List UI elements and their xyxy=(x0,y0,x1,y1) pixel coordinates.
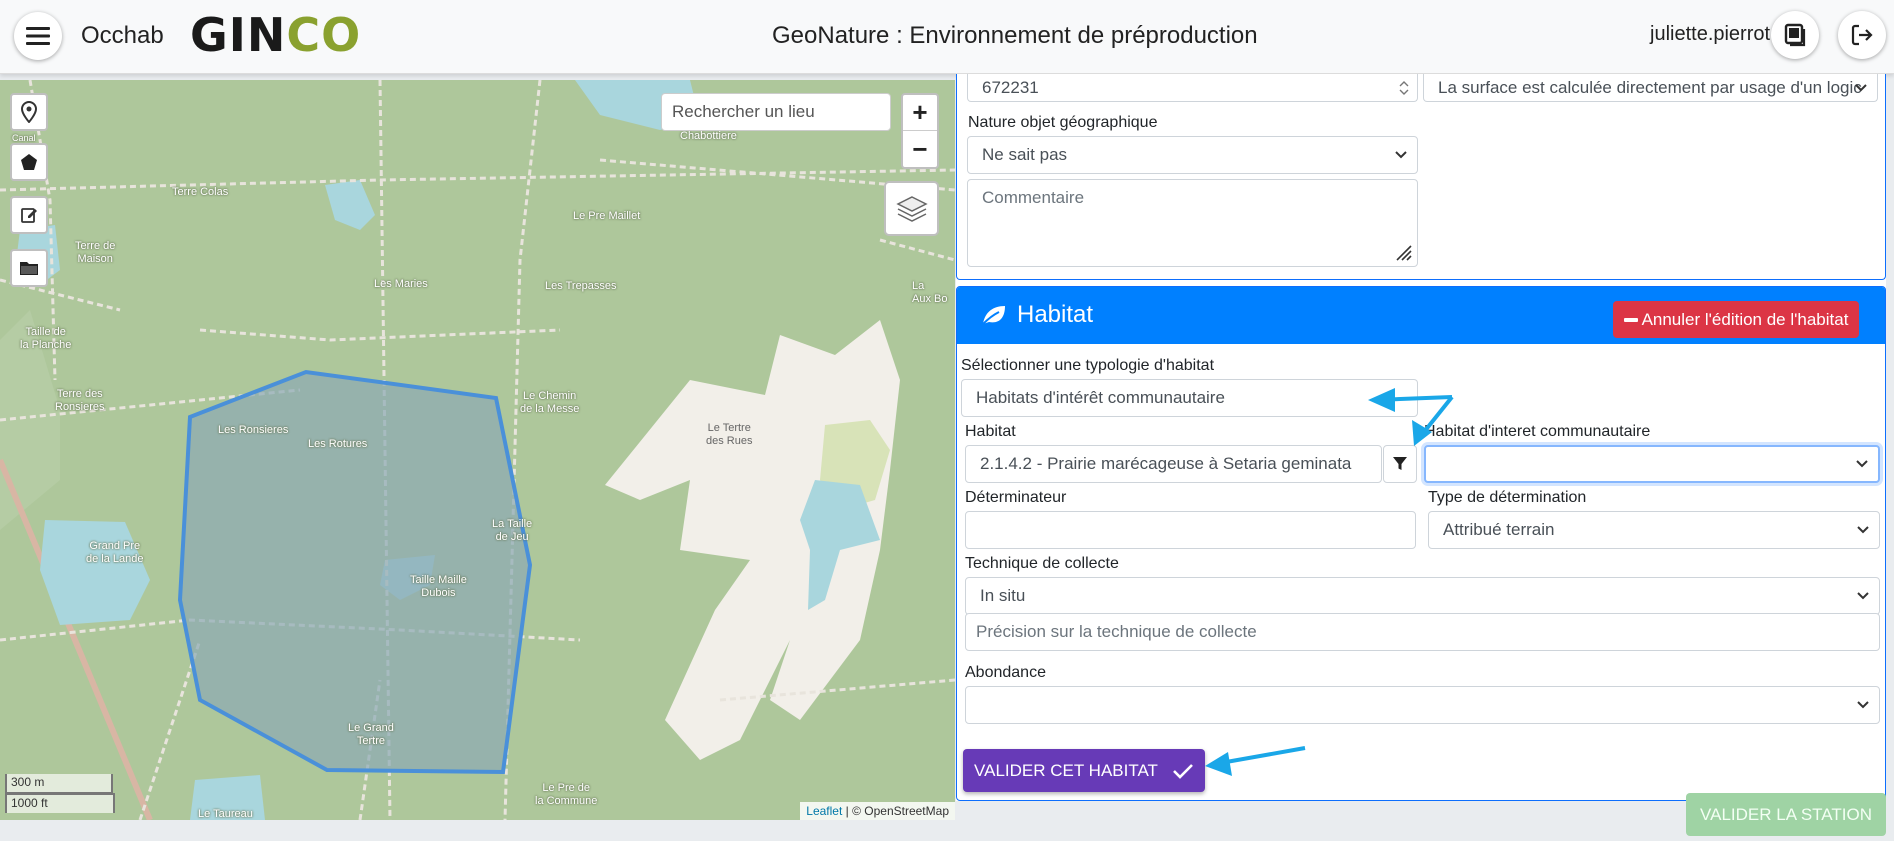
zoom-out-button[interactable]: − xyxy=(903,131,937,167)
map-label: Taille de la Planche xyxy=(20,326,72,351)
technique-select[interactable]: In situ xyxy=(965,577,1880,615)
nature-select[interactable]: Ne sait pas xyxy=(967,136,1418,174)
ginco-logo: GINCO xyxy=(190,8,362,62)
leaflet-link[interactable]: Leaflet xyxy=(806,804,842,818)
station-card: 672231 La surface est calculée directeme… xyxy=(956,74,1886,280)
zoom-in-button[interactable]: + xyxy=(903,95,937,131)
habitat-label: Habitat xyxy=(965,423,1016,440)
logout-button[interactable] xyxy=(1838,11,1886,59)
cancel-habitat-edit-button[interactable]: Annuler l'édition de l'habitat xyxy=(1613,301,1859,338)
map-label: La Taille de Jeu xyxy=(492,518,533,543)
map-label: Taille Maille Dubois xyxy=(410,574,467,599)
menu-button[interactable] xyxy=(14,12,62,60)
surface-input[interactable]: 672231 xyxy=(967,74,1418,102)
map-label: Les Rotures xyxy=(308,438,368,450)
determination-type-select[interactable]: Attribué terrain xyxy=(1428,511,1880,549)
edit-icon xyxy=(21,208,37,223)
map-label: La Aux Bo xyxy=(912,280,948,305)
hic-select[interactable] xyxy=(1424,445,1880,483)
resize-handle-icon[interactable] xyxy=(1393,242,1413,262)
map-label: Grand Pre de la Lande xyxy=(86,540,144,565)
map-label: Terre des Ronsieres xyxy=(55,388,105,413)
validate-habitat-button[interactable]: VALIDER CET HABITAT xyxy=(963,749,1205,792)
folder-icon xyxy=(20,262,38,275)
technique-label: Technique de collecte xyxy=(965,555,1119,572)
chevron-down-icon xyxy=(1855,83,1867,91)
leaf-icon xyxy=(982,306,1005,325)
check-icon xyxy=(1173,763,1193,779)
scale-metric: 300 m xyxy=(5,774,113,794)
map-label: Chabottiere xyxy=(680,130,737,142)
map-label: Le Pre Maillet xyxy=(573,210,641,222)
determination-type-label: Type de détermination xyxy=(1428,489,1587,506)
scale-imperial: 1000 ft xyxy=(5,793,115,813)
habitat-autocomplete-input[interactable]: 2.1.4.2 - Prairie marécageuse à Setaria … xyxy=(965,445,1382,483)
map-label: Les Ronsieres xyxy=(218,424,289,436)
chevron-down-icon xyxy=(1395,151,1407,159)
map-label: Le Tertre des Rues xyxy=(706,422,753,447)
abundance-select[interactable] xyxy=(965,686,1880,724)
zoom-control: + − xyxy=(901,93,939,169)
logout-icon xyxy=(1851,24,1873,46)
nature-label: Nature objet géographique xyxy=(968,114,1158,131)
map-view[interactable]: Canal Terre Colas Terre de Maison Les Ma… xyxy=(0,80,955,820)
map-label: Les Trepasses xyxy=(545,280,617,292)
map-label: Terre de Maison xyxy=(75,240,116,265)
habitat-filter-button[interactable] xyxy=(1383,445,1417,483)
map-tiles xyxy=(0,80,955,820)
abundance-label: Abondance xyxy=(965,664,1046,681)
minus-icon xyxy=(1623,317,1638,322)
determinator-label: Déterminateur xyxy=(965,489,1067,506)
map-attribution: Leaflet | © OpenStreetMap xyxy=(800,802,955,820)
chevron-down-icon xyxy=(1857,701,1869,709)
edit-layers-button[interactable] xyxy=(10,196,48,234)
chevron-down-icon xyxy=(1856,460,1868,468)
marker-icon xyxy=(20,101,38,123)
draw-polygon-button[interactable] xyxy=(10,143,48,181)
habitat-card: Habitat Annuler l'édition de l'habitat S… xyxy=(956,286,1886,801)
comment-textarea[interactable]: Commentaire xyxy=(967,179,1418,267)
determinator-input[interactable] xyxy=(965,511,1416,549)
map-label: Le Taureau xyxy=(198,808,253,820)
draw-marker-button[interactable] xyxy=(10,93,48,131)
map-label: Le Grand Tertre xyxy=(348,722,394,747)
layers-button[interactable] xyxy=(884,181,939,236)
typology-label: Sélectionner une typologie d'habitat xyxy=(961,357,1215,374)
documentation-button[interactable] xyxy=(1771,11,1819,59)
filter-icon xyxy=(1393,457,1407,470)
habitat-header: Habitat Annuler l'édition de l'habitat xyxy=(957,287,1885,344)
number-spinner-icon[interactable] xyxy=(1399,80,1409,95)
typology-select[interactable]: Habitats d'intérêt communautaire xyxy=(961,379,1418,417)
surface-method-select[interactable]: La surface est calculée directement par … xyxy=(1423,74,1878,102)
technique-precision-input[interactable]: Précision sur la technique de collecte xyxy=(965,613,1880,651)
map-label: Le Chemin de la Messe xyxy=(520,390,580,415)
map-label: Terre Colas xyxy=(172,186,229,198)
hamburger-icon xyxy=(26,27,50,45)
habitat-title: Habitat xyxy=(1017,301,1094,328)
place-search-input[interactable]: Rechercher un lieu xyxy=(661,93,891,131)
map-label: Les Maries xyxy=(374,278,428,290)
top-navbar: Occhab GINCO GeoNature : Environnement d… xyxy=(0,0,1894,74)
username: juliette.pierrot xyxy=(1650,23,1771,45)
layers-icon xyxy=(895,195,928,222)
validate-station-button[interactable]: VALIDER LA STATION xyxy=(1686,793,1886,836)
station-form-panel: 672231 La surface est calculée directeme… xyxy=(956,74,1886,801)
chevron-down-icon xyxy=(1857,526,1869,534)
map-label: Le Pre de la Commune xyxy=(535,782,598,807)
book-icon xyxy=(1784,23,1806,47)
polygon-icon xyxy=(21,154,37,170)
load-file-button[interactable] xyxy=(10,249,48,287)
app-name: Occhab xyxy=(81,22,164,49)
hic-label: Habitat d'interet communautaire xyxy=(1424,423,1651,440)
chevron-down-icon xyxy=(1857,592,1869,600)
